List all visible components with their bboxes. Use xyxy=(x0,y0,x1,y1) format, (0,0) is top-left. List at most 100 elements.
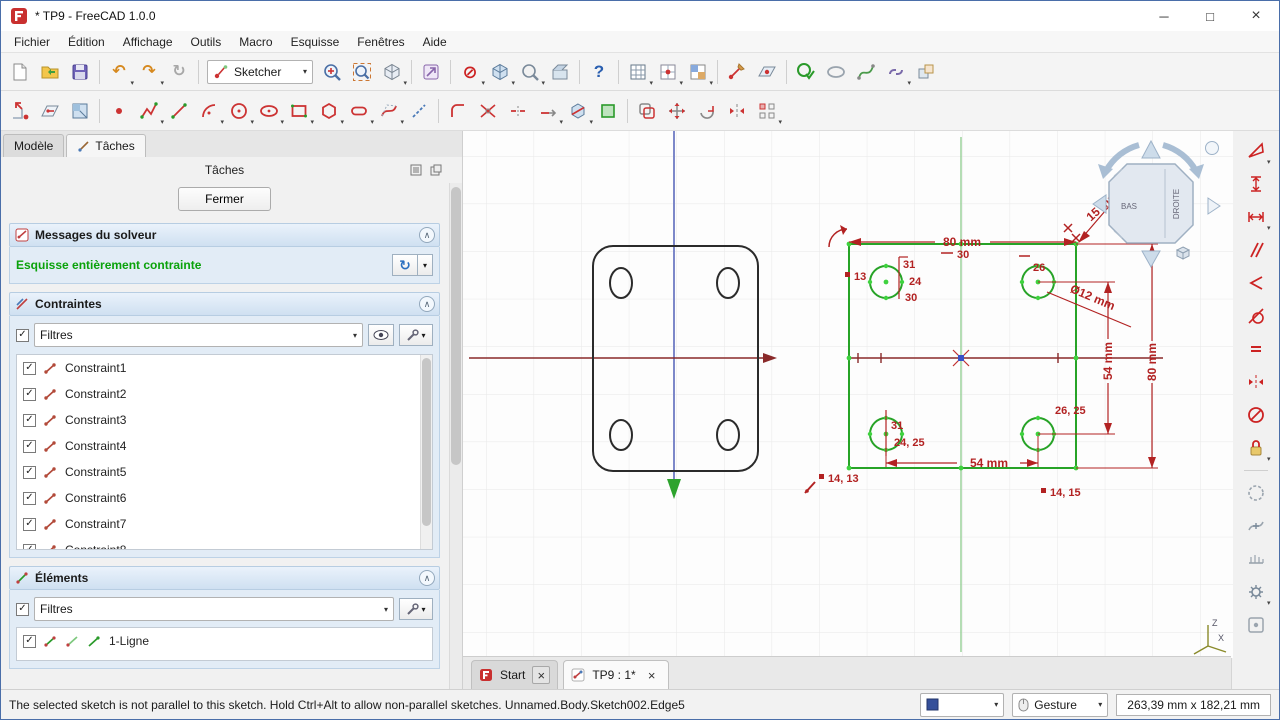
grid-toggle-button[interactable]: ▾ xyxy=(623,57,653,87)
offset-geometry-button[interactable] xyxy=(632,96,662,126)
link-navigate-button[interactable] xyxy=(416,57,446,87)
constraint-visible-checkbox[interactable]: ✓ xyxy=(23,440,36,453)
view-home-button[interactable]: ▾ xyxy=(485,57,515,87)
create-point-button[interactable] xyxy=(104,96,134,126)
create-polyline-button[interactable]: ▾ xyxy=(134,96,164,126)
menu-outils[interactable]: Outils xyxy=(182,32,231,52)
rotate-geometry-button[interactable] xyxy=(692,96,722,126)
elements-filter-combo[interactable]: Filtres ▾ xyxy=(34,597,394,621)
validate-sketch-button[interactable] xyxy=(791,57,821,87)
spline-tool-button[interactable] xyxy=(851,57,881,87)
tab-tp9[interactable]: TP9 : 1* × xyxy=(563,660,668,689)
scrollbar-thumb[interactable] xyxy=(422,358,431,526)
create-polygon-button[interactable]: ▾ xyxy=(314,96,344,126)
clip-plane-button[interactable] xyxy=(545,57,575,87)
create-line-button[interactable] xyxy=(164,96,194,126)
collapse-constraints-button[interactable]: ∧ xyxy=(419,296,435,312)
constraint-visible-checkbox[interactable]: ✓ xyxy=(23,492,36,505)
appearance-button[interactable]: ▾ xyxy=(683,57,713,87)
toggle-construction-button[interactable] xyxy=(404,96,434,126)
collapse-elements-button[interactable]: ∧ xyxy=(419,570,435,586)
constrain-angle-button[interactable] xyxy=(1241,268,1271,298)
fermer-button[interactable]: Fermer xyxy=(178,187,271,211)
menu-affichage[interactable]: Affichage xyxy=(114,32,182,52)
hole-ref-26-25[interactable]: 26, 25 xyxy=(1055,405,1086,417)
constraints-filter-checkbox[interactable]: ✓ xyxy=(16,329,29,342)
insert-knot-button[interactable] xyxy=(1241,511,1271,541)
constrain-block-button[interactable] xyxy=(1241,400,1271,430)
panel-float-button[interactable] xyxy=(428,162,444,178)
constraints-filter-combo[interactable]: Filtres ▾ xyxy=(34,323,363,347)
create-bspline-button[interactable]: ▾ xyxy=(374,96,404,126)
constraint-row[interactable]: ✓Constraint1 xyxy=(17,355,432,381)
constrain-dimension-button[interactable]: ▾ xyxy=(1241,136,1271,166)
navcube-bas-label[interactable]: BAS xyxy=(1121,202,1137,211)
fit-all-button[interactable] xyxy=(347,57,377,87)
scrollbar-thumb[interactable] xyxy=(451,187,461,465)
constrain-parallel-button[interactable] xyxy=(1241,235,1271,265)
create-slot-button[interactable]: ▾ xyxy=(344,96,374,126)
element-row[interactable]: ✓ 1-Ligne xyxy=(17,628,432,654)
panel-menu-button[interactable] xyxy=(408,162,424,178)
3d-viewport[interactable]: 80 mm 30 13 31 24 xyxy=(463,131,1233,658)
elements-settings-button[interactable]: ▾ xyxy=(399,598,433,620)
close-tp9-tab-button[interactable]: × xyxy=(643,666,661,684)
show-bspline-degree-button[interactable] xyxy=(1241,478,1271,508)
menu-fichier[interactable]: Fichier xyxy=(5,32,59,52)
extend-edge-button[interactable]: ▾ xyxy=(533,96,563,126)
panel-scrollbar[interactable] xyxy=(449,183,462,689)
leave-sketch-button[interactable] xyxy=(5,96,35,126)
solver-options-button[interactable]: ▾ xyxy=(418,254,433,276)
tab-modele[interactable]: Modèle xyxy=(3,134,64,157)
menu-esquisse[interactable]: Esquisse xyxy=(282,32,349,52)
constraint-visible-checkbox[interactable]: ✓ xyxy=(23,518,36,531)
constraint-row[interactable]: ✓Constraint5 xyxy=(17,459,432,485)
ellipse-tool-button[interactable] xyxy=(821,57,851,87)
navcube-mini-cube[interactable] xyxy=(1177,247,1189,259)
constrain-equal-button[interactable] xyxy=(1241,334,1271,364)
maximize-button[interactable]: □ xyxy=(1187,1,1233,31)
constraint-row[interactable]: ✓Constraint8 xyxy=(17,537,432,550)
open-document-button[interactable] xyxy=(35,57,65,87)
stop-loading-button[interactable]: ⊘▾ xyxy=(455,57,485,87)
constraint-visible-checkbox[interactable]: ✓ xyxy=(23,362,36,375)
workbench-selector[interactable]: Sketcher ▾ xyxy=(207,60,313,84)
save-document-button[interactable] xyxy=(65,57,95,87)
show-constraints-button[interactable] xyxy=(368,324,394,346)
toggle-virtual-space-button[interactable] xyxy=(1241,610,1271,640)
constraint-visible-checkbox[interactable]: ✓ xyxy=(23,544,36,551)
constraint-row[interactable]: ✓Constraint2 xyxy=(17,381,432,407)
constrain-symmetric-button[interactable] xyxy=(1241,367,1271,397)
update-solver-button[interactable]: ↻ xyxy=(392,254,418,276)
view-sketch-button[interactable] xyxy=(35,96,65,126)
carbon-copy-button[interactable] xyxy=(593,96,623,126)
menu-edition[interactable]: Édition xyxy=(59,32,114,52)
elements-filter-checkbox[interactable]: ✓ xyxy=(16,603,29,616)
constraint-row[interactable]: ✓Constraint3 xyxy=(17,407,432,433)
undo-button[interactable]: ↶▾ xyxy=(104,57,134,87)
element-visible-checkbox[interactable]: ✓ xyxy=(23,635,36,648)
refresh-button[interactable]: ↻ xyxy=(164,57,194,87)
color-style-combo[interactable]: ▾ xyxy=(920,693,1004,717)
edit-sketch-button[interactable] xyxy=(722,57,752,87)
constraint-row[interactable]: ✓Constraint4 xyxy=(17,433,432,459)
sketcher-settings-button[interactable]: ▾ xyxy=(1241,577,1271,607)
constraint-visible-checkbox[interactable]: ✓ xyxy=(23,388,36,401)
tab-taches[interactable]: Tâches xyxy=(66,134,145,157)
titlebar[interactable]: * TP9 - FreeCAD 1.0.0 ─ □ × xyxy=(1,1,1279,31)
constraints-scrollbar[interactable] xyxy=(420,355,432,549)
constrain-distance-y-button[interactable] xyxy=(1241,169,1271,199)
redo-button[interactable]: ↷▾ xyxy=(134,57,164,87)
navcube-droite-label[interactable]: DROITE xyxy=(1172,189,1181,219)
new-document-button[interactable] xyxy=(5,57,35,87)
tab-start[interactable]: Start × xyxy=(471,660,558,689)
create-circle-button[interactable]: ▾ xyxy=(224,96,254,126)
symmetry-button[interactable] xyxy=(722,96,752,126)
zoom-tools-button[interactable]: ▾ xyxy=(515,57,545,87)
menu-fenetres[interactable]: Fenêtres xyxy=(348,32,413,52)
make-link-button[interactable]: ▾ xyxy=(881,57,911,87)
create-arc-button[interactable]: ▾ xyxy=(194,96,224,126)
move-geometry-button[interactable] xyxy=(662,96,692,126)
external-geometry-button[interactable]: ▾ xyxy=(563,96,593,126)
show-bspline-comb-button[interactable] xyxy=(1241,544,1271,574)
